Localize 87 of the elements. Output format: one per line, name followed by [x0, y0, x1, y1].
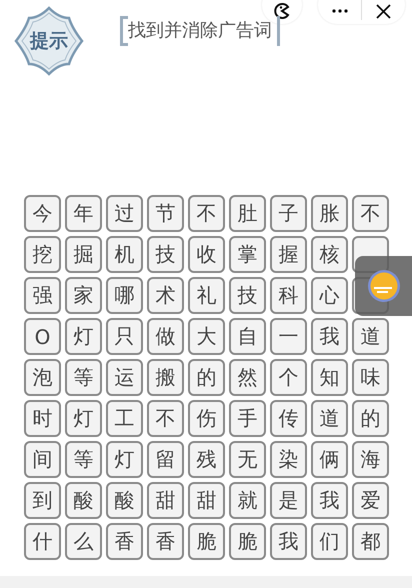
- word-tile[interactable]: 然: [229, 359, 266, 396]
- word-tile[interactable]: 不: [147, 400, 184, 437]
- word-tile[interactable]: 甜: [188, 482, 225, 519]
- word-tile[interactable]: 自: [229, 318, 266, 355]
- word-tile[interactable]: 知: [311, 359, 348, 396]
- word-tile[interactable]: 甜: [147, 482, 184, 519]
- word-tile[interactable]: 年: [65, 195, 102, 232]
- word-tile[interactable]: 染: [270, 441, 307, 478]
- word-tile[interactable]: 道: [352, 318, 389, 355]
- word-tile[interactable]: 残: [188, 441, 225, 478]
- word-tile[interactable]: 子: [270, 195, 307, 232]
- word-tile[interactable]: 无: [229, 441, 266, 478]
- word-tile[interactable]: 泡: [24, 359, 61, 396]
- word-tile[interactable]: 海: [352, 441, 389, 478]
- level-title: 找到并消除广告词: [120, 16, 280, 46]
- word-tile[interactable]: 我: [311, 318, 348, 355]
- word-tile[interactable]: 是: [270, 482, 307, 519]
- word-tile[interactable]: 灯: [106, 441, 143, 478]
- word-tile[interactable]: 挖: [24, 236, 61, 273]
- word-tile[interactable]: 灯: [65, 400, 102, 437]
- word-tile[interactable]: 运: [106, 359, 143, 396]
- word-tile[interactable]: 工: [106, 400, 143, 437]
- word-tile[interactable]: 技: [229, 277, 266, 314]
- word-tile[interactable]: 酸: [65, 482, 102, 519]
- word-tile[interactable]: 香: [106, 523, 143, 560]
- word-tile[interactable]: 就: [229, 482, 266, 519]
- word-tile[interactable]: 核: [311, 236, 348, 273]
- word-tile[interactable]: 道: [311, 400, 348, 437]
- word-tile[interactable]: 哪: [106, 277, 143, 314]
- word-tile[interactable]: 做: [147, 318, 184, 355]
- word-tile[interactable]: 传: [270, 400, 307, 437]
- word-tile[interactable]: 强: [24, 277, 61, 314]
- hint-button[interactable]: 提示: [14, 6, 84, 76]
- sun-icon: [366, 268, 402, 304]
- word-tile[interactable]: 收: [188, 236, 225, 273]
- word-tile[interactable]: 大: [188, 318, 225, 355]
- word-tile[interactable]: 间: [24, 441, 61, 478]
- word-tile[interactable]: 机: [106, 236, 143, 273]
- word-tile[interactable]: 节: [147, 195, 184, 232]
- word-tile[interactable]: 过: [106, 195, 143, 232]
- word-tile[interactable]: 礼: [188, 277, 225, 314]
- word-tile[interactable]: 我: [270, 523, 307, 560]
- close-icon: [376, 4, 391, 18]
- word-tile[interactable]: 只: [106, 318, 143, 355]
- word-tile[interactable]: 技: [147, 236, 184, 273]
- word-tile[interactable]: 手: [229, 400, 266, 437]
- floating-ball-overlay[interactable]: [355, 256, 412, 316]
- word-tile[interactable]: 到: [24, 482, 61, 519]
- word-tile[interactable]: 一: [270, 318, 307, 355]
- word-tile[interactable]: 搬: [147, 359, 184, 396]
- word-tile[interactable]: 香: [147, 523, 184, 560]
- word-tile[interactable]: 什: [24, 523, 61, 560]
- word-tile[interactable]: 不: [352, 195, 389, 232]
- word-tile[interactable]: 脆: [188, 523, 225, 560]
- word-tile[interactable]: 味: [352, 359, 389, 396]
- word-tile[interactable]: O: [24, 318, 61, 355]
- word-tile[interactable]: 都: [352, 523, 389, 560]
- word-tile[interactable]: 肚: [229, 195, 266, 232]
- word-tile[interactable]: 术: [147, 277, 184, 314]
- word-tile[interactable]: 的: [188, 359, 225, 396]
- word-tile[interactable]: 我: [311, 482, 348, 519]
- word-tile[interactable]: 心: [311, 277, 348, 314]
- word-tile[interactable]: 掌: [229, 236, 266, 273]
- word-tile[interactable]: 不: [188, 195, 225, 232]
- word-tile[interactable]: 们: [311, 523, 348, 560]
- word-tile[interactable]: 俩: [311, 441, 348, 478]
- word-tile[interactable]: 胀: [311, 195, 348, 232]
- word-tile[interactable]: 时: [24, 400, 61, 437]
- more-icon: [332, 9, 348, 13]
- word-tile[interactable]: 家: [65, 277, 102, 314]
- word-tile[interactable]: 么: [65, 523, 102, 560]
- word-tile[interactable]: 掘: [65, 236, 102, 273]
- word-tile[interactable]: 爱: [352, 482, 389, 519]
- word-tile[interactable]: 今: [24, 195, 61, 232]
- word-tile[interactable]: 等: [65, 441, 102, 478]
- pacman-icon: [273, 2, 291, 20]
- word-tile[interactable]: 灯: [65, 318, 102, 355]
- word-tile[interactable]: 等: [65, 359, 102, 396]
- word-tile[interactable]: 科: [270, 277, 307, 314]
- word-tile[interactable]: 留: [147, 441, 184, 478]
- word-tile[interactable]: 伤: [188, 400, 225, 437]
- word-tile[interactable]: 酸: [106, 482, 143, 519]
- word-tile[interactable]: 握: [270, 236, 307, 273]
- word-tile[interactable]: 脆: [229, 523, 266, 560]
- word-tile[interactable]: 个: [270, 359, 307, 396]
- badge-frame-icon: [14, 6, 84, 76]
- word-tile[interactable]: 的: [352, 400, 389, 437]
